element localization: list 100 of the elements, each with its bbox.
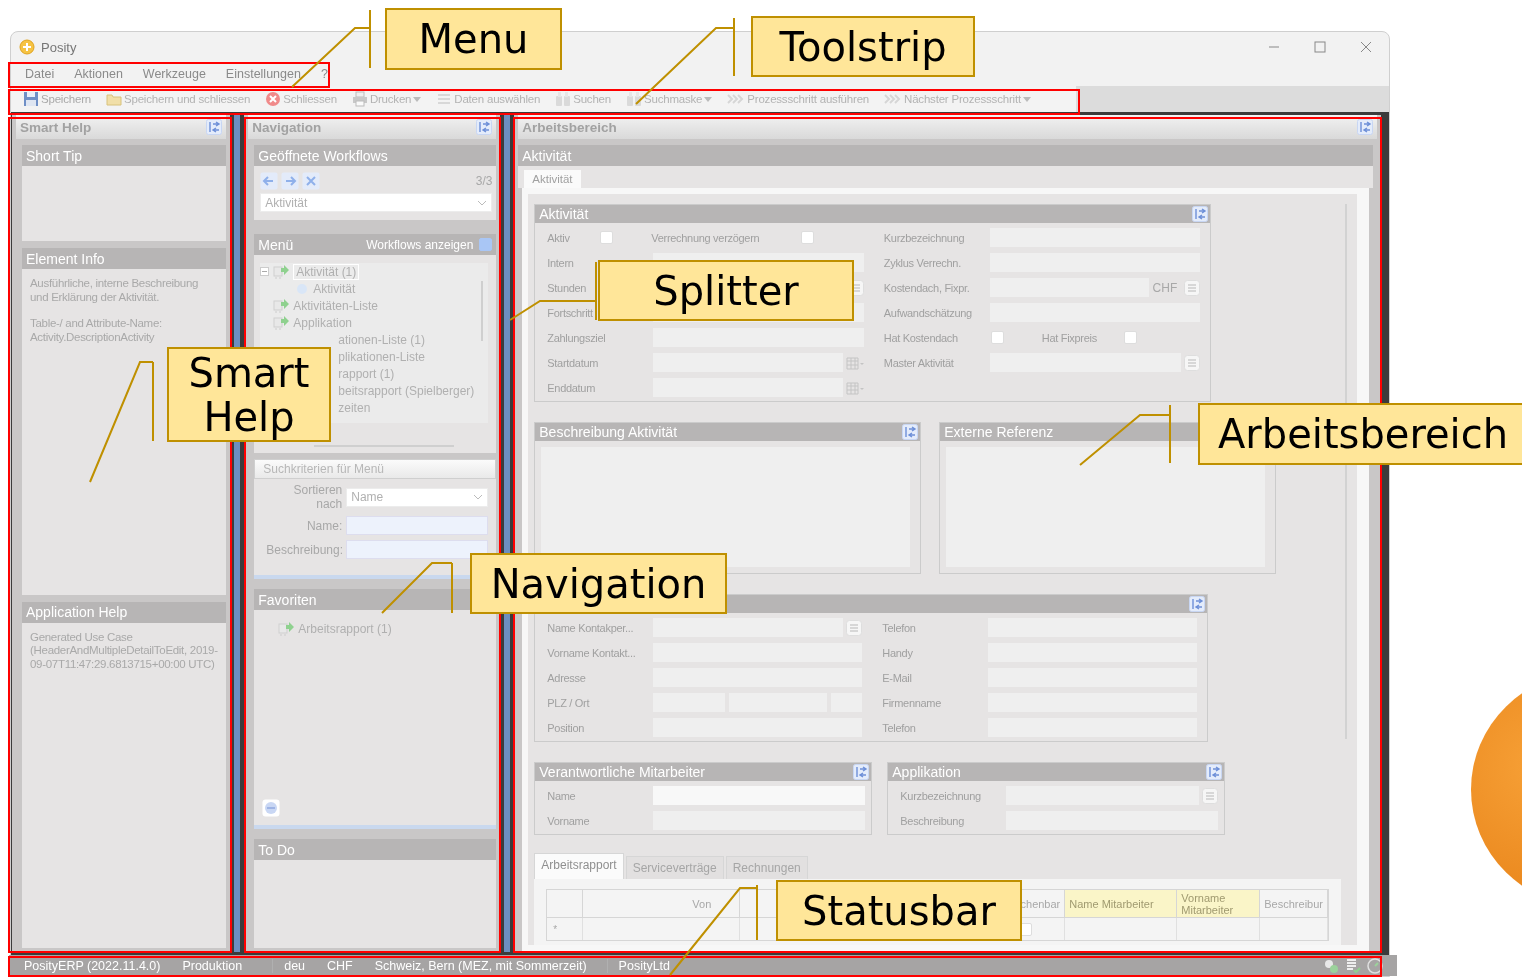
collapse-icon[interactable] (260, 267, 270, 276)
field-label: PLZ / Ort (547, 696, 590, 709)
workflow-icon (278, 620, 295, 637)
field-label: Firmenname (882, 696, 942, 709)
toolbar-button[interactable]: Speichern (21, 91, 93, 107)
menu-item[interactable]: ? (310, 67, 338, 81)
tree-item[interactable]: ationen-Liste (1) (338, 332, 425, 347)
workflow-icon (273, 297, 290, 314)
calendar-icon[interactable] (845, 354, 864, 371)
help-text: Table-/ and Attribute-Name: Activity.DescriptionActivity (30, 317, 163, 344)
tree-item[interactable]: Aktivität (1) (293, 263, 360, 280)
toolbar-button[interactable]: Suchmaske (624, 91, 715, 107)
tab[interactable]: Rechnungen (725, 856, 808, 879)
toolbar-button[interactable]: Schliessen (263, 91, 339, 107)
help-text: Generated Use Case (HeaderAndMultipleDetailToEdit, 2019-09-07T11:47:29.6813715+00:00 UTC) (30, 630, 219, 671)
field-label: Adresse (547, 671, 586, 684)
tab[interactable]: Aktivität (524, 170, 581, 188)
dock-icon[interactable] (1189, 596, 1206, 612)
checkbox[interactable] (479, 238, 493, 251)
field-label: Kurzbezeichnung (900, 789, 981, 802)
toggle-label: Workflows anzeigen (366, 237, 474, 252)
connection-icon (1323, 957, 1339, 974)
checkbox[interactable] (1123, 331, 1137, 344)
collapse-icon[interactable] (262, 799, 281, 817)
dock-icon[interactable] (476, 119, 493, 135)
status-text: CHF (326, 958, 354, 973)
app-logo-icon (19, 39, 35, 55)
group-title: Externe Referenz (944, 424, 1054, 440)
list-icon[interactable] (1184, 354, 1201, 371)
menu-item[interactable]: Einstellungen (215, 67, 311, 81)
panel-title: Smart Help (20, 119, 92, 135)
tree-item[interactable]: zeiten (338, 400, 371, 415)
dock-icon[interactable] (902, 424, 919, 440)
tree-item[interactable]: rapport (1) (338, 366, 395, 381)
list-icon (436, 91, 453, 107)
dock-icon[interactable] (853, 764, 870, 780)
close-icon[interactable] (302, 172, 321, 190)
dock-icon[interactable] (1206, 764, 1223, 780)
annotation-tooltip: Menu (385, 8, 562, 70)
checkbox[interactable] (990, 331, 1004, 344)
column-header: Von (583, 890, 741, 918)
menu-item[interactable]: Aktionen (64, 67, 133, 81)
field-label: Startdatum (547, 356, 599, 369)
status-text: Produktion (171, 958, 274, 973)
field-label: Name: (305, 518, 343, 533)
checkbox[interactable] (600, 231, 614, 244)
input-field[interactable] (346, 540, 489, 559)
menu-item[interactable]: Werkzeuge (132, 67, 216, 81)
toolbar-button[interactable]: Speichern und schliessen (104, 91, 253, 107)
workflow-dropdown[interactable]: Aktivität (260, 193, 493, 212)
field-label: Kurzbezeichnung (883, 231, 965, 244)
document-check-icon (1345, 957, 1361, 974)
field-label: Zyklus Verrechn. (883, 256, 961, 269)
field-label: Telefon (882, 721, 916, 734)
search-criteria-header[interactable]: Suchkriterien für Menü (254, 459, 497, 479)
field-label: Sortieren nach (292, 483, 343, 511)
tree-item[interactable]: plikationen-Liste (338, 349, 425, 364)
checkbox[interactable] (801, 231, 815, 244)
text-area[interactable] (541, 447, 911, 567)
close-icon (265, 91, 282, 107)
list-icon[interactable] (1202, 787, 1219, 804)
workflow-counter: 3/3 (475, 174, 493, 188)
form-title: Aktivität (518, 145, 1373, 166)
toolbar-button[interactable]: Suchen (553, 91, 613, 107)
list-icon[interactable] (1184, 279, 1201, 296)
help-text: Ausführliche, interne Beschreibung und Erklärung der Aktivität. (30, 277, 200, 304)
field-label: Intern (547, 256, 574, 269)
menu-item[interactable]: Datei (15, 67, 65, 81)
tree-item[interactable]: Aktivitäten-Liste (293, 298, 378, 313)
field-label: Beschreibung (900, 814, 964, 827)
dock-icon[interactable] (1192, 206, 1209, 222)
status-text: PosityLtd (617, 958, 671, 973)
field-label: E-Mail (882, 671, 912, 684)
dock-icon[interactable] (1357, 119, 1373, 135)
floppy-icon (23, 91, 39, 107)
tree-item[interactable]: Applikation (293, 315, 352, 330)
field-label: Hat Kostendach (883, 331, 958, 344)
tree-item[interactable]: beitsrapport (Spielberger) (338, 383, 475, 398)
tree-item[interactable]: Aktivität (313, 281, 356, 296)
field-label: Zahlungsziel (547, 331, 606, 344)
toolbar-button[interactable]: Prozessschritt ausführen (725, 91, 872, 107)
section-title: To Do (254, 839, 497, 860)
toolbar-button[interactable]: Daten auswählen (434, 91, 543, 107)
input-field[interactable] (346, 516, 489, 535)
toolbar-button[interactable]: Nächster Prozessschritt (882, 91, 1033, 107)
sort-dropdown[interactable]: Name (346, 487, 489, 507)
field-label: Fortschritt (547, 306, 593, 319)
status-text: PosityERP (2022.11.4.0) (23, 958, 162, 973)
printer-icon (351, 91, 368, 107)
calendar-icon[interactable] (845, 379, 864, 396)
field-label: Hat Fixpreis (1041, 331, 1097, 344)
tab[interactable]: Serviceverträge (625, 856, 724, 879)
list-icon[interactable] (846, 619, 863, 636)
text-area[interactable] (946, 447, 1266, 567)
annotation-tooltip: Smart Help (167, 347, 331, 442)
tab[interactable]: Arbeitsrapport (534, 853, 624, 879)
dock-icon[interactable] (206, 119, 223, 135)
annotation-tooltip: Toolstrip (751, 16, 975, 77)
field-label: Stunden (547, 281, 587, 294)
toolbar-button[interactable]: Drucken (349, 91, 424, 107)
